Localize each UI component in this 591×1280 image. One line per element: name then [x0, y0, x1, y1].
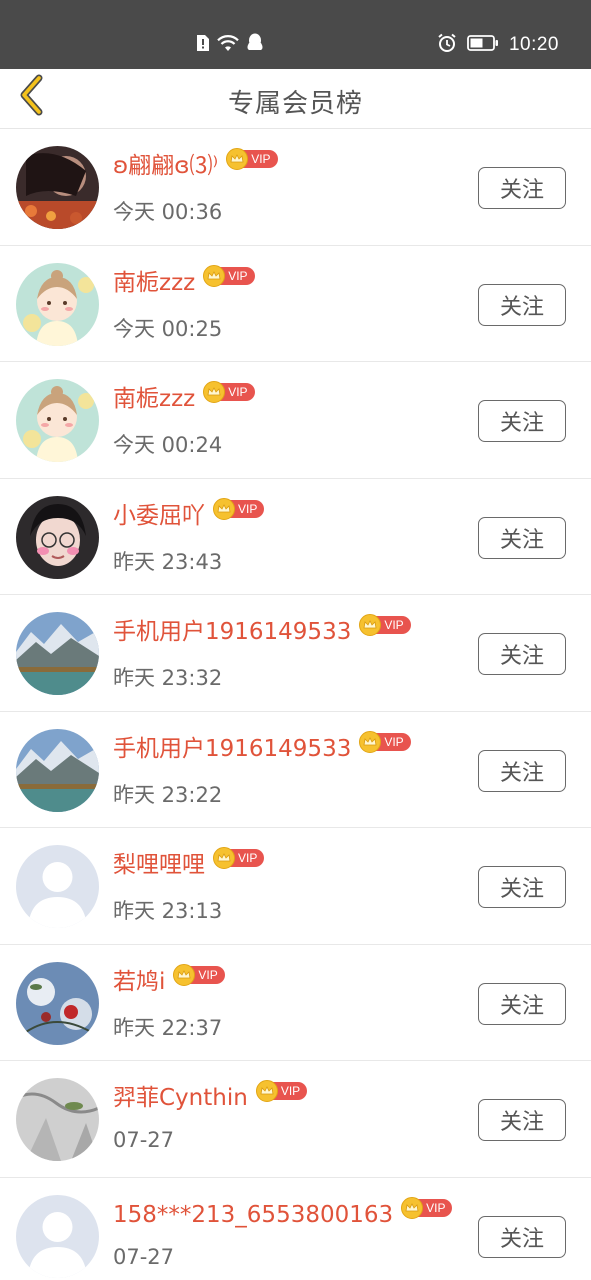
username[interactable]: 158***213_6553800163 — [113, 1200, 393, 1230]
crown-icon — [213, 847, 235, 869]
follow-button[interactable]: 关注 — [478, 167, 566, 209]
title-bar: 专属会员榜 — [0, 69, 591, 129]
vip-badge: VIP — [203, 381, 255, 403]
alarm-icon — [437, 33, 457, 57]
follow-button[interactable]: 关注 — [478, 749, 566, 792]
name-line: 南栀zzz VIP — [113, 381, 255, 414]
name-line: 小委屈吖 VIP — [113, 497, 265, 531]
name-line: 南栀zzz VIP — [113, 264, 255, 298]
username[interactable]: 若鸠i — [113, 967, 165, 997]
follow-button[interactable]: 关注 — [478, 866, 566, 908]
avatar[interactable] — [16, 961, 99, 1045]
username[interactable]: 手机用户1916149533 — [113, 617, 351, 647]
name-line: 手机用户1916149533 VIP — [113, 730, 411, 764]
avatar[interactable] — [16, 262, 99, 346]
crown-icon — [359, 730, 382, 753]
timestamp: 昨天 23:22 — [113, 782, 223, 807]
vip-badge: VIP — [359, 730, 411, 753]
timestamp: 昨天 23:43 — [113, 549, 223, 574]
member-row[interactable]: 手机用户1916149533 VIP 昨天 23:22 关注 — [0, 711, 591, 828]
username[interactable]: 手机用户1916149533 — [113, 734, 351, 764]
username[interactable]: 羿菲Cynthin — [113, 1083, 248, 1113]
follow-button[interactable]: 关注 — [478, 1099, 566, 1141]
member-row[interactable]: 南栀zzz VIP 今天 00:24 关注 — [0, 362, 591, 479]
avatar[interactable] — [16, 495, 99, 579]
avatar[interactable] — [16, 845, 99, 928]
member-row[interactable]: 若鸠i VIP 昨天 22:37 关注 — [0, 944, 591, 1061]
vip-badge: VIP — [213, 847, 265, 869]
member-row[interactable]: 羿菲Cynthin VIP 07-27 关注 — [0, 1061, 591, 1178]
vip-badge: VIP — [226, 148, 278, 170]
sim-alert-icon — [196, 34, 210, 56]
timestamp: 今天 00:24 — [113, 433, 223, 457]
name-line: 梨哩哩哩 VIP — [113, 847, 265, 880]
avatar[interactable] — [16, 146, 99, 229]
follow-button[interactable]: 关注 — [478, 516, 566, 559]
status-time: 10:20 — [508, 34, 559, 55]
name-line: 羿菲Cynthin VIP — [113, 1080, 308, 1113]
status-bar: 10:20 — [0, 0, 591, 69]
crown-icon — [173, 963, 196, 986]
follow-button[interactable]: 关注 — [478, 283, 566, 326]
name-line: ʚ翩翩ɞ⑶⁾ VIP — [113, 148, 278, 181]
member-row[interactable]: 手机用户1916149533 VIP 昨天 23:32 关注 — [0, 595, 591, 712]
battery-icon — [467, 34, 499, 56]
timestamp: 今天 00:36 — [113, 200, 223, 224]
name-line: 158***213_6553800163 VIP — [113, 1196, 453, 1230]
avatar[interactable] — [16, 1078, 99, 1161]
crown-icon — [203, 264, 226, 287]
wifi-icon — [216, 34, 240, 56]
member-row[interactable]: 梨哩哩哩 VIP 昨天 23:13 关注 — [0, 828, 591, 945]
vip-badge: VIP — [401, 1196, 453, 1219]
crown-icon — [203, 381, 226, 403]
follow-button[interactable]: 关注 — [478, 633, 566, 675]
vip-badge: VIP — [173, 963, 225, 986]
crown-icon — [226, 148, 249, 170]
follow-button[interactable]: 关注 — [478, 1215, 566, 1258]
username[interactable]: 梨哩哩哩 — [113, 850, 205, 880]
username[interactable]: ʚ翩翩ɞ⑶⁾ — [113, 151, 218, 181]
username[interactable]: 南栀zzz — [113, 268, 195, 298]
vip-badge: VIP — [359, 614, 411, 636]
timestamp: 昨天 23:13 — [113, 899, 223, 923]
crown-icon — [255, 1080, 278, 1102]
timestamp: 07-27 — [113, 1244, 175, 1269]
follow-button[interactable]: 关注 — [478, 982, 566, 1025]
avatar[interactable] — [16, 1194, 99, 1278]
name-line: 若鸠i VIP — [113, 963, 225, 997]
timestamp: 今天 00:25 — [113, 316, 223, 341]
vip-badge: VIP — [255, 1080, 308, 1102]
avatar[interactable] — [16, 379, 99, 462]
status-icons-right: 10:20 — [437, 33, 559, 57]
avatar[interactable] — [16, 728, 99, 812]
timestamp: 昨天 23:32 — [113, 666, 223, 690]
qq-icon — [246, 33, 264, 57]
timestamp: 07-27 — [113, 1128, 175, 1152]
vip-badge: VIP — [203, 264, 255, 287]
vip-badge: VIP — [213, 497, 265, 520]
page-title: 专属会员榜 — [227, 89, 363, 119]
member-list: ʚ翩翩ɞ⑶⁾ VIP 今天 00:36 关注 南栀zzz VIP 今天 00:25 关注 南栀z… — [0, 129, 591, 1280]
crown-icon — [359, 614, 382, 636]
member-row[interactable]: 小委屈吖 VIP 昨天 23:43 关注 — [0, 478, 591, 595]
crown-icon — [401, 1196, 424, 1219]
crown-icon — [213, 497, 235, 520]
avatar[interactable] — [16, 612, 99, 695]
name-line: 手机用户1916149533 VIP — [113, 614, 411, 647]
username[interactable]: 小委屈吖 — [113, 501, 205, 531]
member-row[interactable]: 南栀zzz VIP 今天 00:25 关注 — [0, 245, 591, 362]
member-row[interactable]: ʚ翩翩ɞ⑶⁾ VIP 今天 00:36 关注 — [0, 129, 591, 246]
status-icons — [196, 33, 264, 57]
follow-button[interactable]: 关注 — [478, 400, 566, 442]
username[interactable]: 南栀zzz — [113, 384, 195, 414]
timestamp: 昨天 22:37 — [113, 1015, 223, 1040]
member-row[interactable]: 158***213_6553800163 VIP 07-27 关注 — [0, 1177, 591, 1280]
